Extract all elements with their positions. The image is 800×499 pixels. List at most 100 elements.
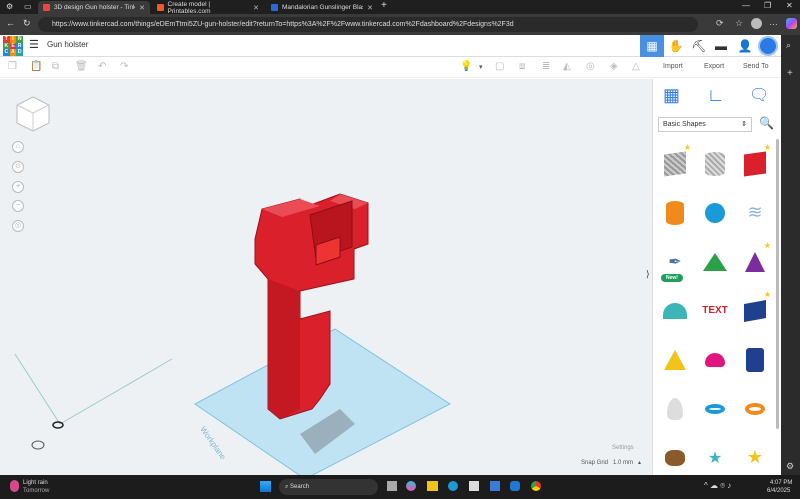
notepad-icon[interactable]	[469, 481, 479, 491]
close-icon[interactable]: ✕	[367, 4, 373, 12]
search-box[interactable]: ⌕ Search	[279, 479, 378, 495]
shape-scribble[interactable]: ≋	[735, 188, 775, 237]
minecraft-pickaxe-icon[interactable]: ⛏	[687, 35, 711, 57]
shape-paraboloid[interactable]	[655, 384, 695, 433]
redo-icon[interactable]: ↷	[120, 61, 128, 72]
copilot-icon[interactable]	[786, 18, 797, 29]
shape-box-hole[interactable]: ★	[655, 139, 695, 188]
axis-x	[59, 358, 173, 425]
scene: Workplane	[14, 193, 451, 475]
tab-printables[interactable]: Create model | Printables.com ✕	[152, 1, 264, 15]
shape-cone[interactable]: ★	[735, 237, 775, 286]
shape-sphere[interactable]	[695, 188, 735, 237]
design-list-icon[interactable]: ☰	[29, 38, 39, 51]
settings-icon[interactable]: ⚙	[786, 461, 794, 472]
workplane-tool-icon[interactable]: ◈	[610, 61, 618, 72]
copilot-app-icon[interactable]	[406, 481, 416, 491]
delete-icon[interactable]: 🗑	[75, 61, 88, 72]
back-icon[interactable]: ←	[6, 18, 15, 28]
collapse-panel-icon[interactable]: ⟩	[646, 269, 650, 280]
collaborate-user-icon[interactable]: 👤	[733, 35, 757, 57]
shape-tube[interactable]	[735, 384, 775, 433]
profile-avatar[interactable]	[751, 18, 762, 29]
search-icon[interactable]: 🔍	[759, 116, 774, 130]
paste-icon[interactable]: 📋	[30, 61, 42, 72]
extensions-icon[interactable]: ⟳	[716, 18, 724, 29]
copy-icon[interactable]: ❐	[8, 61, 17, 72]
3d-view-grid-icon[interactable]: ▦	[640, 35, 664, 57]
clock-date[interactable]: 6/4/2025	[767, 488, 790, 494]
sim-lab-icon[interactable]: ✋	[664, 35, 688, 57]
workplane-grid-icon[interactable]: ▦	[663, 85, 680, 106]
ruler-icon[interactable]: △	[632, 61, 640, 72]
task-view-icon[interactable]	[387, 481, 397, 491]
tab-actions-icon[interactable]: ▭	[24, 2, 32, 11]
export-button[interactable]: Export	[704, 63, 724, 70]
notes-icon[interactable]: 🗨	[749, 85, 769, 105]
tab-mandalorian[interactable]: Mandalorian Gunslinger Blaster✕	[266, 1, 378, 14]
new-badge: New!	[661, 274, 683, 282]
shape-sketch-new[interactable]: ✒ New!	[655, 237, 695, 286]
new-tab-button[interactable]: +	[381, 0, 387, 11]
shape-roof[interactable]	[695, 237, 735, 286]
undo-icon[interactable]: ↶	[98, 61, 106, 72]
start-button[interactable]	[260, 481, 271, 492]
settings-button[interactable]: Settings	[612, 445, 634, 451]
shape-polygon[interactable]: ★	[735, 286, 775, 335]
snap-grid-select[interactable]: 1.0 mm	[613, 460, 633, 466]
mirror-icon[interactable]: ◭	[563, 61, 571, 72]
tinkercad-logo[interactable]: TIN KER CAD	[3, 36, 23, 56]
group-icon[interactable]: ⧈	[519, 61, 525, 72]
shapes-panel: ▦ ∟ 🗨 Basic Shapes ⇕ 🔍 ★ ★ ≋ ✒ New! ★ TEXT…	[652, 79, 781, 475]
tab-tinkercad[interactable]: 3D design Gun holster - Tinkercad✕	[38, 1, 150, 14]
url-input[interactable]: https://www.tinkercad.com/things/eDEmTtm…	[38, 17, 698, 32]
shape-cylinder-hole[interactable]	[695, 139, 735, 188]
send-to-button[interactable]: Send To	[743, 63, 769, 70]
note-bulb-icon[interactable]: 💡	[460, 61, 472, 72]
app-icon[interactable]	[490, 481, 500, 491]
favorites-icon[interactable]: ☆	[735, 18, 743, 29]
shape-hexagonal-prism[interactable]	[735, 335, 775, 384]
add-icon[interactable]: +	[787, 68, 793, 79]
close-window-button[interactable]: ✕	[786, 1, 793, 10]
clock-time[interactable]: 4:07 PM	[770, 480, 792, 486]
import-button[interactable]: Import	[663, 63, 683, 70]
panel-scrollbar[interactable]	[776, 139, 779, 429]
restore-button[interactable]: ❐	[764, 1, 771, 10]
shape-text[interactable]: TEXT	[695, 286, 735, 335]
file-explorer-icon[interactable]	[427, 481, 438, 491]
shape-cylinder[interactable]	[655, 188, 695, 237]
edge-app-icon[interactable]	[448, 481, 458, 491]
tray-icons[interactable]: ^ ☁ ⌾ ♪	[704, 481, 731, 491]
shape-half-sphere[interactable]	[695, 335, 735, 384]
close-icon[interactable]: ✕	[253, 4, 259, 12]
design-title[interactable]: Gun holster	[47, 40, 88, 49]
weather-text[interactable]: Light rain	[23, 480, 48, 486]
chevron-icon[interactable]: ▴	[638, 459, 641, 466]
chevron-down-icon[interactable]: ▾	[479, 63, 483, 71]
more-icon[interactable]: …	[769, 17, 778, 27]
search-icon[interactable]: ⌕	[786, 40, 791, 51]
shapes-category-select[interactable]: Basic Shapes ⇕	[658, 117, 752, 132]
browser-tab-bar: ⚙ ▭ 3D design Gun holster - Tinkercad✕ C…	[0, 0, 800, 15]
duplicate-icon[interactable]: ⧉	[52, 61, 59, 72]
shape-torus[interactable]	[695, 384, 735, 433]
shape-pyramid[interactable]	[655, 335, 695, 384]
outlook-icon[interactable]	[510, 481, 520, 491]
ruler-icon[interactable]: ∟	[707, 85, 725, 106]
shape-round-roof[interactable]	[655, 286, 695, 335]
user-avatar[interactable]	[758, 36, 778, 56]
workspaces-icon[interactable]: ⚙	[6, 2, 13, 11]
minimize-button[interactable]: —	[742, 1, 750, 10]
shape-box[interactable]: ★	[735, 139, 775, 188]
chrome-icon[interactable]	[531, 481, 541, 491]
bricks-icon[interactable]: ▬	[709, 35, 733, 57]
refresh-icon[interactable]: ↻	[23, 18, 31, 29]
gizmo-icon[interactable]	[31, 440, 45, 450]
close-icon[interactable]: ✕	[139, 4, 145, 12]
cruise-icon[interactable]: ◎	[586, 61, 595, 72]
origin-marker[interactable]	[52, 421, 64, 429]
align-icon[interactable]: ≣	[542, 61, 550, 72]
shape-icon[interactable]: ▢	[495, 61, 504, 72]
3d-viewport[interactable]: ⌂ ⊙ + − ◎ Workplane Settings Snap Grid 1…	[0, 79, 652, 475]
